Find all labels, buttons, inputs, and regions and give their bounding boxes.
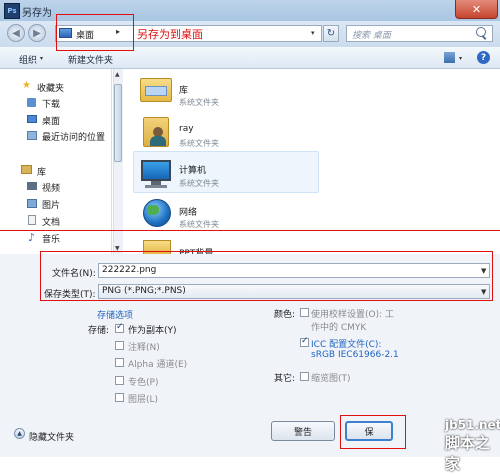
spot-color-checkbox[interactable] <box>115 376 124 385</box>
scrollbar-thumb[interactable] <box>114 84 122 162</box>
download-folder-icon <box>27 98 36 107</box>
watermark-logo: 脚本之家 <box>445 434 491 473</box>
as-copy-label[interactable]: 作为副本(Y) <box>128 323 177 336</box>
file-name-network[interactable]: 网络 <box>179 205 197 218</box>
window-title: 另存为 <box>22 8 52 19</box>
layers-label: 图层(L) <box>128 395 159 405</box>
organize-button[interactable]: 组织 <box>19 53 37 66</box>
organize-dropdown-icon[interactable]: ▾ <box>40 55 43 62</box>
sidebar-item-recent[interactable]: 最近访问的位置 <box>42 130 105 143</box>
user-folder-icon[interactable] <box>137 113 175 147</box>
sidebar-item-downloads[interactable]: 下载 <box>42 97 60 110</box>
photoshop-app-icon: Ps <box>4 3 20 19</box>
sidebar-item-music[interactable]: 音乐 <box>42 232 60 245</box>
file-type-computer: 系统文件夹 <box>179 179 219 188</box>
alpha-channel-label: Alpha 通道(E) <box>128 360 188 370</box>
save-label: 存储: <box>88 326 110 336</box>
thumbnail-label: 缩览图(T) <box>311 374 351 384</box>
annotation-line <box>0 230 500 231</box>
save-options-heading: 存储选项 <box>97 311 134 321</box>
new-folder-button[interactable]: 新建文件夹 <box>68 53 113 66</box>
hide-folders-button[interactable]: 隐藏文件夹 <box>29 430 74 443</box>
proof-setup-label-1: 使用校样设置(O): 工 <box>311 310 394 320</box>
hide-folders-arrow-icon[interactable]: ▲ <box>14 428 25 439</box>
annotation-label: 另存为到桌面 <box>137 28 203 41</box>
view-dropdown-icon[interactable]: ▾ <box>459 55 462 62</box>
address-dropdown-icon[interactable]: ▾ <box>311 29 315 37</box>
annotation-box-fields <box>40 251 493 301</box>
refresh-button[interactable]: ↻ <box>323 25 339 42</box>
thumbnail-checkbox[interactable] <box>300 372 309 381</box>
back-button[interactable]: ◀ <box>7 24 25 42</box>
as-copy-checkbox[interactable]: ✓ <box>115 322 124 333</box>
help-icon[interactable]: ? <box>477 51 490 64</box>
sidebar-item-desktop[interactable]: 桌面 <box>42 114 60 127</box>
layers-checkbox[interactable] <box>115 393 124 402</box>
other-label: 其它: <box>274 374 296 384</box>
icc-profile-label[interactable]: ICC 配置文件(C): <box>311 337 381 350</box>
documents-icon <box>28 215 36 225</box>
network-globe-icon[interactable] <box>137 197 175 231</box>
desktop-icon <box>27 115 37 123</box>
favorites-star-icon: ★ <box>22 80 31 91</box>
warning-button[interactable]: 警告 <box>271 421 335 441</box>
notes-checkbox[interactable] <box>115 341 124 350</box>
close-button[interactable]: ✕ <box>455 0 498 19</box>
annotation-box-address <box>56 14 134 51</box>
annotation-box-save <box>340 415 406 449</box>
sidebar-item-pictures[interactable]: 图片 <box>42 198 60 211</box>
alpha-checkbox[interactable] <box>115 358 124 367</box>
scroll-up-icon[interactable]: ▲ <box>115 71 120 78</box>
color-label: 颜色: <box>274 310 296 320</box>
view-options-icon[interactable] <box>444 52 455 63</box>
file-name-library[interactable]: 库 <box>179 83 188 96</box>
file-name-computer[interactable]: 计算机 <box>179 163 206 176</box>
sidebar-item-videos[interactable]: 视频 <box>42 181 60 194</box>
computer-icon[interactable] <box>137 156 175 190</box>
videos-icon <box>27 182 37 190</box>
sidebar-item-documents[interactable]: 文档 <box>42 215 60 228</box>
file-type-library: 系统文件夹 <box>179 98 219 107</box>
proof-setup-checkbox[interactable] <box>300 308 309 317</box>
icc-profile-checkbox[interactable]: ✓ <box>300 336 309 347</box>
library-icon <box>21 165 32 174</box>
recent-places-icon <box>27 131 37 140</box>
proof-setup-label-2: 作中的 CMYK <box>311 323 367 333</box>
watermark-url: jb51.net <box>445 418 500 432</box>
pictures-icon <box>27 199 37 208</box>
notes-label: 注释(N) <box>128 343 160 353</box>
file-name-ray[interactable]: ray <box>179 124 194 134</box>
icc-profile-value: sRGB IEC61966-2.1 <box>311 350 399 360</box>
music-icon: ♪ <box>28 231 36 244</box>
search-placeholder: 搜索 桌面 <box>352 31 391 41</box>
file-type-network: 系统文件夹 <box>179 220 219 229</box>
spot-color-label: 专色(P) <box>128 378 159 388</box>
forward-button[interactable]: ▶ <box>28 24 46 42</box>
sidebar-library[interactable]: 库 <box>37 165 46 178</box>
sidebar-favorites[interactable]: 收藏夹 <box>37 81 64 94</box>
file-type-ray: 系统文件夹 <box>179 139 219 148</box>
library-folder-icon[interactable] <box>137 72 175 106</box>
